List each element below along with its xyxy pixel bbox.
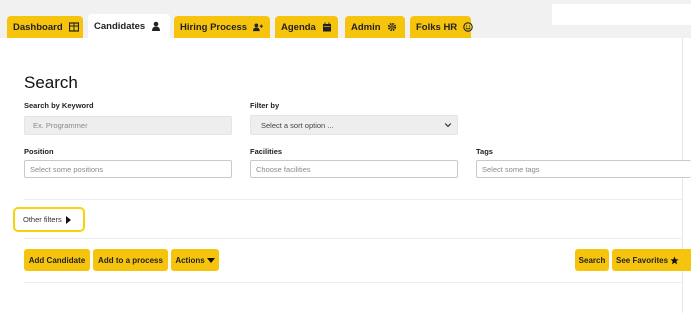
filter-by-label: Filter by [250,101,280,110]
tab-label: Folks HR [416,21,458,33]
caret-right-icon [65,215,71,224]
position-label: Position [24,147,54,156]
tab-candidates[interactable]: Candidates [88,14,170,38]
see-favorites-button[interactable]: See Favorites [612,249,691,271]
caret-down-icon [206,257,215,263]
top-navigation-bar: Dashboard Candidates Hiring Process Agen… [0,0,691,38]
sort-select[interactable]: Select a sort option ... [250,115,458,135]
tab-agenda[interactable]: Agenda [275,16,338,38]
other-filters-label: Other filters [23,215,62,224]
other-filters-toggle[interactable]: Other filters [13,207,85,232]
tab-label: Admin [351,21,381,33]
add-candidate-button[interactable]: Add Candidate [24,249,90,271]
tags-label: Tags [476,147,493,156]
tab-hiring-process[interactable]: Hiring Process [174,16,270,38]
page-title: Search [24,73,78,92]
smile-icon [463,22,473,32]
keyword-placeholder: Ex. Programmer [33,121,88,130]
divider [24,282,682,283]
tab-folks-hr[interactable]: Folks HR [410,16,473,38]
tab-admin[interactable]: Admin [345,16,405,38]
divider [24,238,682,239]
tags-select[interactable]: Select some tags [476,160,691,178]
sort-select-value: Select a sort option ... [261,120,334,130]
calendar-icon [322,22,331,32]
facilities-placeholder: Choose facilities [256,164,311,174]
tab-label: Dashboard [13,21,63,33]
user-icon [152,21,161,31]
facilities-select[interactable]: Choose facilities [250,160,458,178]
table-icon [68,22,79,32]
gear-icon [387,22,396,32]
tab-label: Hiring Process [180,21,248,33]
position-placeholder: Select some positions [30,164,103,174]
position-select[interactable]: Select some positions [24,160,232,178]
add-to-process-label: Add to a process [98,255,163,265]
keyword-input[interactable]: Ex. Programmer [24,116,232,135]
chevron-down-icon [444,123,452,128]
tab-label: Agenda [281,21,316,33]
keyword-label: Search by Keyword [24,101,94,110]
top-search-field[interactable] [552,4,691,25]
add-candidate-label: Add Candidate [28,255,86,265]
user-plus-icon [253,23,264,32]
tags-placeholder: Select some tags [482,164,540,174]
actions-dropdown-button[interactable]: Actions [171,249,219,271]
facilities-label: Facilities [250,147,283,156]
divider [24,199,682,200]
star-icon [670,255,679,264]
search-label: Search [578,255,606,265]
see-favorites-label: See Favorites [616,255,669,265]
search-button[interactable]: Search [575,249,609,271]
add-to-process-button[interactable]: Add to a process [93,249,168,271]
actions-label: Actions [175,255,205,265]
tab-dashboard[interactable]: Dashboard [7,16,83,38]
tab-label: Candidates [94,20,146,32]
